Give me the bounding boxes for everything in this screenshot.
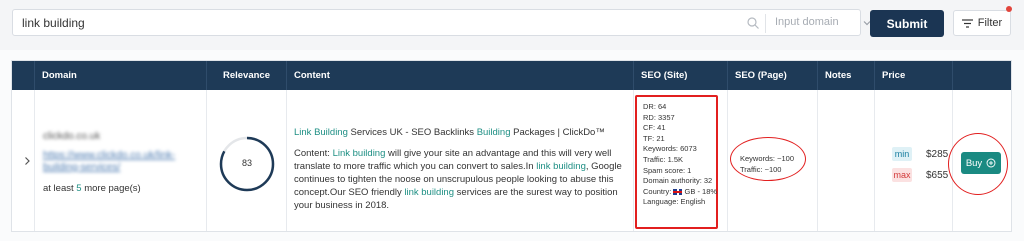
header-domain[interactable]: Domain	[34, 61, 206, 90]
filter-notification-dot	[1006, 6, 1012, 12]
min-badge: min	[892, 147, 912, 161]
seo-site-metrics: DR: 64 RD: 3357 CF: 41 TF: 21 Keywords: …	[643, 102, 717, 208]
search-bar[interactable]: link building Input domain	[12, 9, 871, 36]
domain-input[interactable]: Input domain	[775, 16, 839, 28]
header-content: Content	[286, 61, 633, 90]
metric-rd: RD: 3357	[643, 112, 675, 122]
results-table: Domain Relevance Content SEO (Site) SEO …	[11, 60, 1012, 232]
title-text: Packages | ClickDo™	[510, 127, 605, 138]
max-price: $655	[926, 170, 949, 181]
seo-page-metrics: Keywords: ~100 Traffic: ~100	[740, 153, 794, 175]
metric-spam: Spam score: 1	[643, 165, 692, 175]
chevron-right-icon[interactable]	[22, 156, 32, 166]
metric-keywords: Keywords: 6073	[643, 144, 697, 154]
title-highlight: Building	[476, 127, 511, 138]
column-divider	[206, 90, 207, 231]
column-divider	[286, 90, 287, 231]
domain-url-cont[interactable]: building-services/	[43, 162, 120, 173]
relevance-value: 83	[241, 158, 252, 168]
search-icon[interactable]	[746, 16, 760, 30]
country-label: Country:	[643, 186, 674, 196]
filter-label: Filter	[977, 17, 1003, 29]
header-relevance[interactable]: Relevance	[206, 61, 286, 90]
header-expand	[12, 61, 34, 90]
filter-icon	[961, 18, 973, 28]
metric-country: Country: GB - 18%	[643, 187, 717, 198]
metric-cf: CF: 41	[643, 123, 666, 133]
domain-name[interactable]: clickdo.co.uk	[43, 131, 100, 142]
plus-circle-icon	[986, 158, 996, 168]
metric-tf: TF: 21	[643, 133, 665, 143]
column-divider	[817, 90, 818, 231]
snippet-highlight: link building	[536, 161, 586, 172]
more-pages-link[interactable]: at least 5 more page(s)	[43, 183, 141, 194]
min-price: $285	[926, 149, 949, 160]
buy-button[interactable]: Buy	[961, 152, 1001, 174]
metric-language: Language: English	[643, 197, 706, 207]
filter-button[interactable]: Filter	[953, 10, 1011, 36]
uk-flag-icon	[673, 188, 683, 195]
metric-traffic: Traffic: 1.5K	[643, 154, 684, 164]
header-seo-site[interactable]: SEO (Site)	[633, 61, 727, 90]
header-notes: Notes	[817, 61, 874, 90]
column-divider	[34, 90, 35, 231]
content-snippet: Content: Link building will give your si…	[294, 147, 634, 212]
title-highlight: Link Building	[294, 127, 348, 138]
search-input[interactable]: link building	[22, 16, 85, 30]
submit-button[interactable]: Submit	[870, 10, 944, 37]
search-toolbar: link building Input domain Submit Filter	[0, 0, 1024, 50]
more-prefix: at least	[43, 183, 77, 194]
snippet-text: Content:	[294, 148, 333, 159]
column-divider	[874, 90, 875, 231]
snippet-highlight: link building	[404, 187, 455, 198]
header-actions	[952, 61, 1011, 90]
snippet-highlight: Link building	[332, 148, 386, 159]
metric-da: Domain authority: 32	[643, 176, 713, 186]
page-traffic: Traffic: ~100	[740, 165, 782, 174]
header-seo-page[interactable]: SEO (Page)	[727, 61, 817, 90]
table-header: Domain Relevance Content SEO (Site) SEO …	[12, 61, 1011, 90]
country-value: GB - 18%	[682, 186, 718, 196]
buy-label: Buy	[965, 157, 983, 169]
header-price[interactable]: Price	[874, 61, 952, 90]
column-divider	[727, 90, 728, 231]
title-text: Services UK - SEO Backlinks	[347, 127, 477, 138]
page-keywords: Keywords: ~100	[740, 154, 794, 163]
price-min: min $285	[892, 147, 948, 161]
metric-dr: DR: 64	[643, 102, 667, 111]
price-max: max $655	[892, 168, 948, 182]
content-title: Link Building Services UK - SEO Backlink…	[294, 127, 605, 138]
domain-url[interactable]: https://www.clickdo.co.uk/link-	[43, 150, 175, 161]
max-badge: max	[892, 168, 912, 182]
search-divider	[765, 14, 766, 33]
more-suffix: more page(s)	[81, 183, 141, 194]
